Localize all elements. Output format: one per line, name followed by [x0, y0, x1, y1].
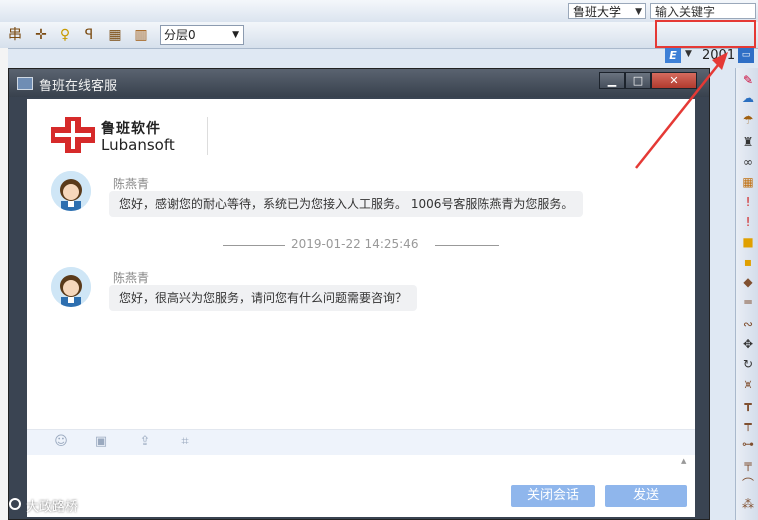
keyword-search-input[interactable]: 输入关键字 [650, 3, 756, 19]
extend-icon[interactable]: ┯ [740, 416, 756, 432]
mirror-icon[interactable]: ⩙ [740, 376, 756, 392]
move-icon[interactable]: ✥ [740, 336, 756, 352]
top-bar: 鲁班大学 ▼ 输入关键字 [0, 0, 758, 23]
left-margin [0, 48, 8, 520]
break-icon[interactable]: ╤ [740, 456, 756, 472]
main-toolbar: 串 ✛ ♀ ꟼ ▦ ▥ 分层0 ▼ E ▼ 2001 ▭ [0, 22, 758, 63]
watermark-logo-icon [9, 498, 21, 510]
input-toolbar: ☺ ▣ ⇪ ⌗ [27, 429, 695, 455]
keyword-search-placeholder: 输入关键字 [655, 5, 716, 19]
ruler-icon[interactable]: ═ [740, 294, 756, 310]
e-mode-label: E [669, 49, 677, 62]
tag-icon[interactable]: ◆ [740, 274, 756, 290]
grid-axis-icon[interactable]: 串 [6, 26, 24, 44]
brand-header: 鲁班软件 Lubansoft [27, 99, 695, 162]
maximize-button[interactable]: □ [625, 72, 651, 89]
e-mode-button[interactable]: E [665, 48, 681, 63]
chevron-down-icon: ▼ [635, 7, 642, 17]
layer-select-value: 分层0 [164, 28, 196, 42]
chevron-down-icon[interactable]: ▼ [685, 49, 692, 59]
message-input[interactable]: ▲ ▼ 关闭会话 发送 [27, 455, 695, 517]
minimize-button[interactable]: ▁ [599, 72, 625, 89]
chat-history: 陈燕青 您好，感谢您的耐心等待，系统已为您接入人工服务。 1006号客服陈燕青为… [27, 161, 695, 429]
link-icon[interactable]: ∾ [740, 316, 756, 332]
agent-avatar [51, 171, 91, 211]
send-button[interactable]: 发送 [605, 485, 687, 507]
crosshair-icon[interactable]: ✛ [32, 26, 50, 44]
message-sender: 陈燕青 [113, 271, 150, 285]
agent-avatar [51, 267, 91, 307]
offset-icon[interactable]: ⊶ [740, 436, 756, 452]
right-toolbar: ✎ ☁ ☂ ♜ ∞ ▦ ! ! ■ ▪ ◆ ═ ∾ ✥ ↻ ⩙ ┳ ┯ ⊶ ╤ … [735, 68, 758, 520]
dialog-title: 鲁班在线客服 [39, 79, 118, 94]
lock-icon[interactable]: ■ [740, 234, 756, 250]
online-service-dialog: 鲁班在线客服 ▁ □ ✕ 鲁班软件 Lubansoft 陈燕青 您好，感谢您的耐… [8, 68, 710, 520]
message-bubble: 您好，感谢您的耐心等待，系统已为您接入人工服务。 1006号客服陈燕青为您服务。 [109, 191, 584, 217]
timestamp-divider-left [223, 245, 285, 246]
pin-icon[interactable]: ! [740, 194, 756, 210]
code-value: 2001 [702, 48, 736, 63]
file-upload-icon[interactable]: ⇪ [137, 435, 153, 449]
array-icon[interactable]: ⁂ [740, 496, 756, 512]
eye-search-icon[interactable]: ꟼ [80, 26, 98, 44]
header-divider [207, 117, 208, 155]
message-sender: 陈燕青 [113, 177, 150, 191]
cloud-icon[interactable]: ☁ [740, 90, 756, 106]
close-window-button[interactable]: ✕ [651, 72, 697, 89]
watermark-text: 大政路桥 [26, 500, 79, 515]
close-session-button[interactable]: 关闭会话 [511, 485, 595, 507]
select-frame-icon[interactable]: ▦ [106, 26, 124, 44]
lightbulb-icon[interactable]: ♀ [56, 26, 74, 44]
logo-english-name: Lubansoft [101, 136, 175, 154]
dialog-titlebar[interactable]: 鲁班在线客服 ▁ □ ✕ [9, 69, 709, 97]
rotate-icon[interactable]: ↻ [740, 356, 756, 372]
chevron-down-icon: ▼ [232, 30, 239, 40]
timestamp-divider-right [435, 245, 499, 246]
school-dropdown-label: 鲁班大学 [573, 5, 622, 19]
window-icon [17, 77, 33, 90]
binoculars-icon[interactable]: ♜ [740, 134, 756, 150]
grid-block-icon[interactable]: ▦ [740, 174, 756, 190]
trim-icon[interactable]: ┳ [740, 396, 756, 412]
timestamp: 2019-01-22 14:25:46 [291, 237, 419, 251]
layer-select[interactable]: 分层0 ▼ [160, 25, 244, 45]
highlight-annotation [655, 20, 756, 48]
layer-stack-icon[interactable]: ▥ [132, 26, 150, 44]
scroll-up-icon[interactable]: ▲ [681, 457, 686, 465]
screenshot-crop-icon[interactable]: ⌗ [177, 435, 193, 449]
avatar-image [51, 171, 91, 211]
bucket-icon[interactable]: ▪ [740, 254, 756, 270]
pen-icon[interactable]: ✎ [740, 72, 756, 88]
marker-icon[interactable]: ! [740, 214, 756, 230]
dialog-content: 鲁班软件 Lubansoft 陈燕青 您好，感谢您的耐心等待，系统已为您接入人工… [27, 99, 695, 517]
lubansoft-logo-icon [51, 117, 95, 153]
school-dropdown[interactable]: 鲁班大学 ▼ [568, 3, 646, 19]
logo-chinese-name: 鲁班软件 [101, 121, 161, 137]
umbrella-icon[interactable]: ☂ [740, 112, 756, 128]
emoji-icon[interactable]: ☺ [53, 435, 69, 449]
service-chat-icon[interactable]: ▭ [738, 48, 754, 63]
message-bubble: 您好，很高兴为您服务，请问您有什么问题需要咨询？ [109, 285, 418, 311]
fillet-icon[interactable]: ⌒ [740, 476, 756, 492]
glasses-icon[interactable]: ∞ [740, 154, 756, 170]
image-icon[interactable]: ▣ [93, 435, 109, 449]
avatar-image [51, 267, 91, 307]
